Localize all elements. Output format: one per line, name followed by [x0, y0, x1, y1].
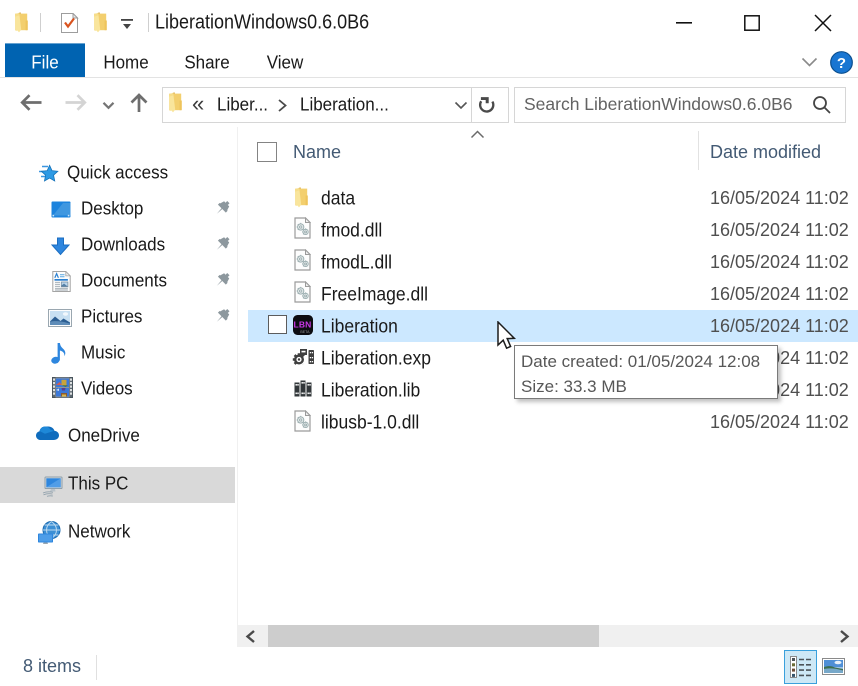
- svg-text:LBN: LBN: [293, 320, 311, 330]
- svg-text:BETA: BETA: [300, 330, 310, 334]
- svg-text:?: ?: [837, 55, 846, 72]
